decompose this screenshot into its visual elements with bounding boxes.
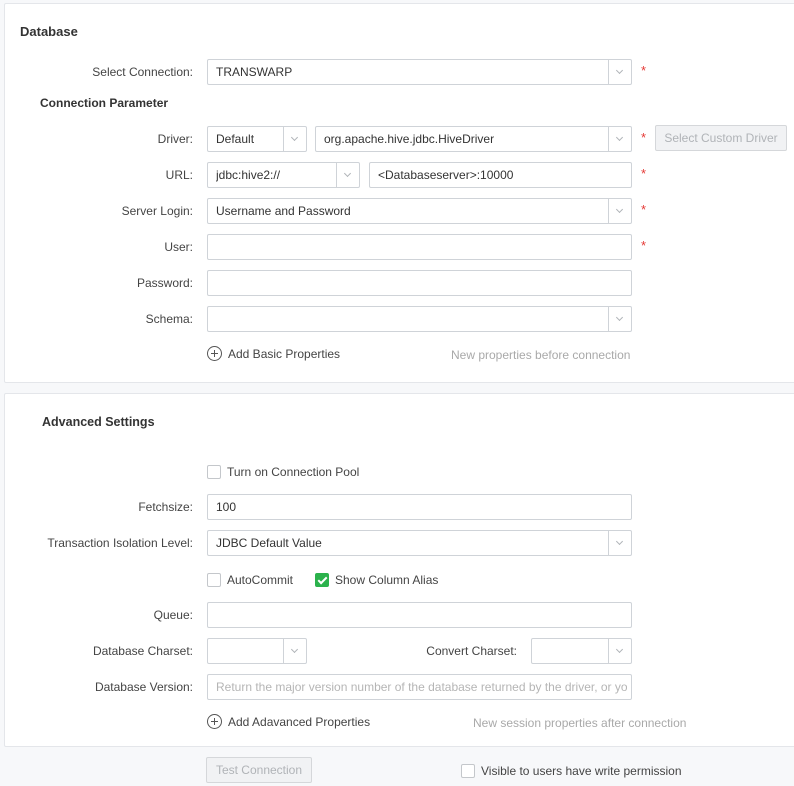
checkbox-checked-icon (315, 573, 329, 587)
url-label: URL: (165, 168, 193, 182)
queue-label: Queue: (153, 608, 193, 622)
chevron-down-icon[interactable] (608, 531, 631, 555)
isolation-dropdown[interactable]: JDBC Default Value (207, 530, 632, 556)
test-connection-button[interactable]: Test Connection (206, 757, 312, 783)
visible-write-permission-checkbox[interactable]: Visible to users have write permission (461, 763, 682, 779)
required-mark: * (641, 238, 647, 253)
add-advanced-properties-button[interactable]: Add Adavanced Properties (207, 713, 370, 731)
advanced-settings-title: Advanced Settings (42, 415, 155, 429)
advanced-settings-panel: Advanced Settings Turn on Connection Poo… (4, 393, 794, 747)
user-input[interactable] (207, 234, 632, 260)
select-connection-label: Select Connection: (92, 65, 193, 79)
checkbox-icon (207, 465, 221, 479)
chevron-down-icon[interactable] (608, 127, 631, 151)
database-version-input[interactable]: Return the major version number of the d… (207, 674, 632, 700)
checkbox-icon (207, 573, 221, 587)
chevron-down-icon[interactable] (608, 60, 631, 84)
url-host-value: <Databaseserver>:10000 (378, 168, 514, 182)
driver-type-dropdown[interactable]: Default (207, 126, 307, 152)
required-mark: * (641, 166, 647, 181)
show-column-alias-checkbox[interactable]: Show Column Alias (315, 572, 438, 588)
visible-write-permission-label: Visible to users have write permission (481, 764, 682, 778)
chevron-down-icon[interactable] (608, 639, 631, 663)
driver-class-dropdown[interactable]: org.apache.hive.jdbc.HiveDriver (315, 126, 632, 152)
connection-pool-checkbox[interactable]: Turn on Connection Pool (207, 464, 359, 480)
plus-circle-icon (207, 346, 222, 361)
checkbox-icon (461, 764, 475, 778)
url-prefix-value: jdbc:hive2:// (216, 168, 281, 182)
driver-label: Driver: (157, 132, 193, 146)
database-title: Database (20, 24, 78, 39)
fetchsize-label: Fetchsize: (138, 500, 193, 514)
driver-type-value: Default (216, 132, 255, 146)
database-version-placeholder: Return the major version number of the d… (216, 680, 627, 694)
required-mark: * (641, 130, 647, 145)
required-mark: * (641, 202, 647, 217)
select-connection-value: TRANSWARP (216, 65, 293, 79)
autocommit-checkbox[interactable]: AutoCommit (207, 572, 293, 588)
autocommit-label: AutoCommit (227, 573, 294, 587)
add-basic-properties-label: Add Basic Properties (228, 347, 341, 361)
server-login-dropdown[interactable]: Username and Password (207, 198, 632, 224)
chevron-down-icon[interactable] (336, 163, 359, 187)
schema-dropdown[interactable] (207, 306, 632, 332)
chevron-down-icon[interactable] (608, 307, 631, 331)
isolation-label: Transaction Isolation Level: (47, 536, 193, 550)
fetchsize-value: 100 (216, 500, 237, 514)
select-custom-driver-button[interactable]: Select Custom Driver (655, 125, 787, 151)
chevron-down-icon[interactable] (608, 199, 631, 223)
plus-circle-icon (207, 714, 222, 729)
show-column-alias-label: Show Column Alias (335, 573, 439, 587)
chevron-down-icon[interactable] (283, 639, 306, 663)
required-mark: * (641, 63, 647, 78)
schema-label: Schema: (145, 312, 193, 326)
queue-input[interactable] (207, 602, 632, 628)
chevron-down-icon[interactable] (283, 127, 306, 151)
add-advanced-properties-label: Add Adavanced Properties (228, 715, 371, 729)
database-panel: Database Select Connection: TRANSWARP * … (4, 3, 794, 383)
driver-class-value: org.apache.hive.jdbc.HiveDriver (324, 132, 495, 146)
add-basic-properties-hint: New properties before connection (451, 348, 631, 362)
select-connection-dropdown[interactable]: TRANSWARP (207, 59, 632, 85)
database-charset-dropdown[interactable] (207, 638, 307, 664)
isolation-value: JDBC Default Value (216, 536, 322, 550)
server-login-label: Server Login: (121, 204, 193, 218)
connection-parameter-title: Connection Parameter (40, 96, 169, 110)
password-input[interactable] (207, 270, 632, 296)
fetchsize-input[interactable]: 100 (207, 494, 632, 520)
database-version-label: Database Version: (94, 680, 193, 694)
url-host-input[interactable]: <Databaseserver>:10000 (369, 162, 632, 188)
server-login-value: Username and Password (216, 204, 351, 218)
connection-pool-label: Turn on Connection Pool (227, 465, 360, 479)
convert-charset-label: Convert Charset: (426, 644, 517, 658)
database-charset-label: Database Charset: (92, 644, 193, 658)
convert-charset-dropdown[interactable] (531, 638, 632, 664)
password-label: Password: (136, 276, 193, 290)
url-prefix-dropdown[interactable]: jdbc:hive2:// (207, 162, 360, 188)
add-basic-properties-button[interactable]: Add Basic Properties (207, 345, 340, 363)
add-advanced-properties-hint: New session properties after connection (473, 716, 687, 730)
user-label: User: (164, 240, 193, 254)
